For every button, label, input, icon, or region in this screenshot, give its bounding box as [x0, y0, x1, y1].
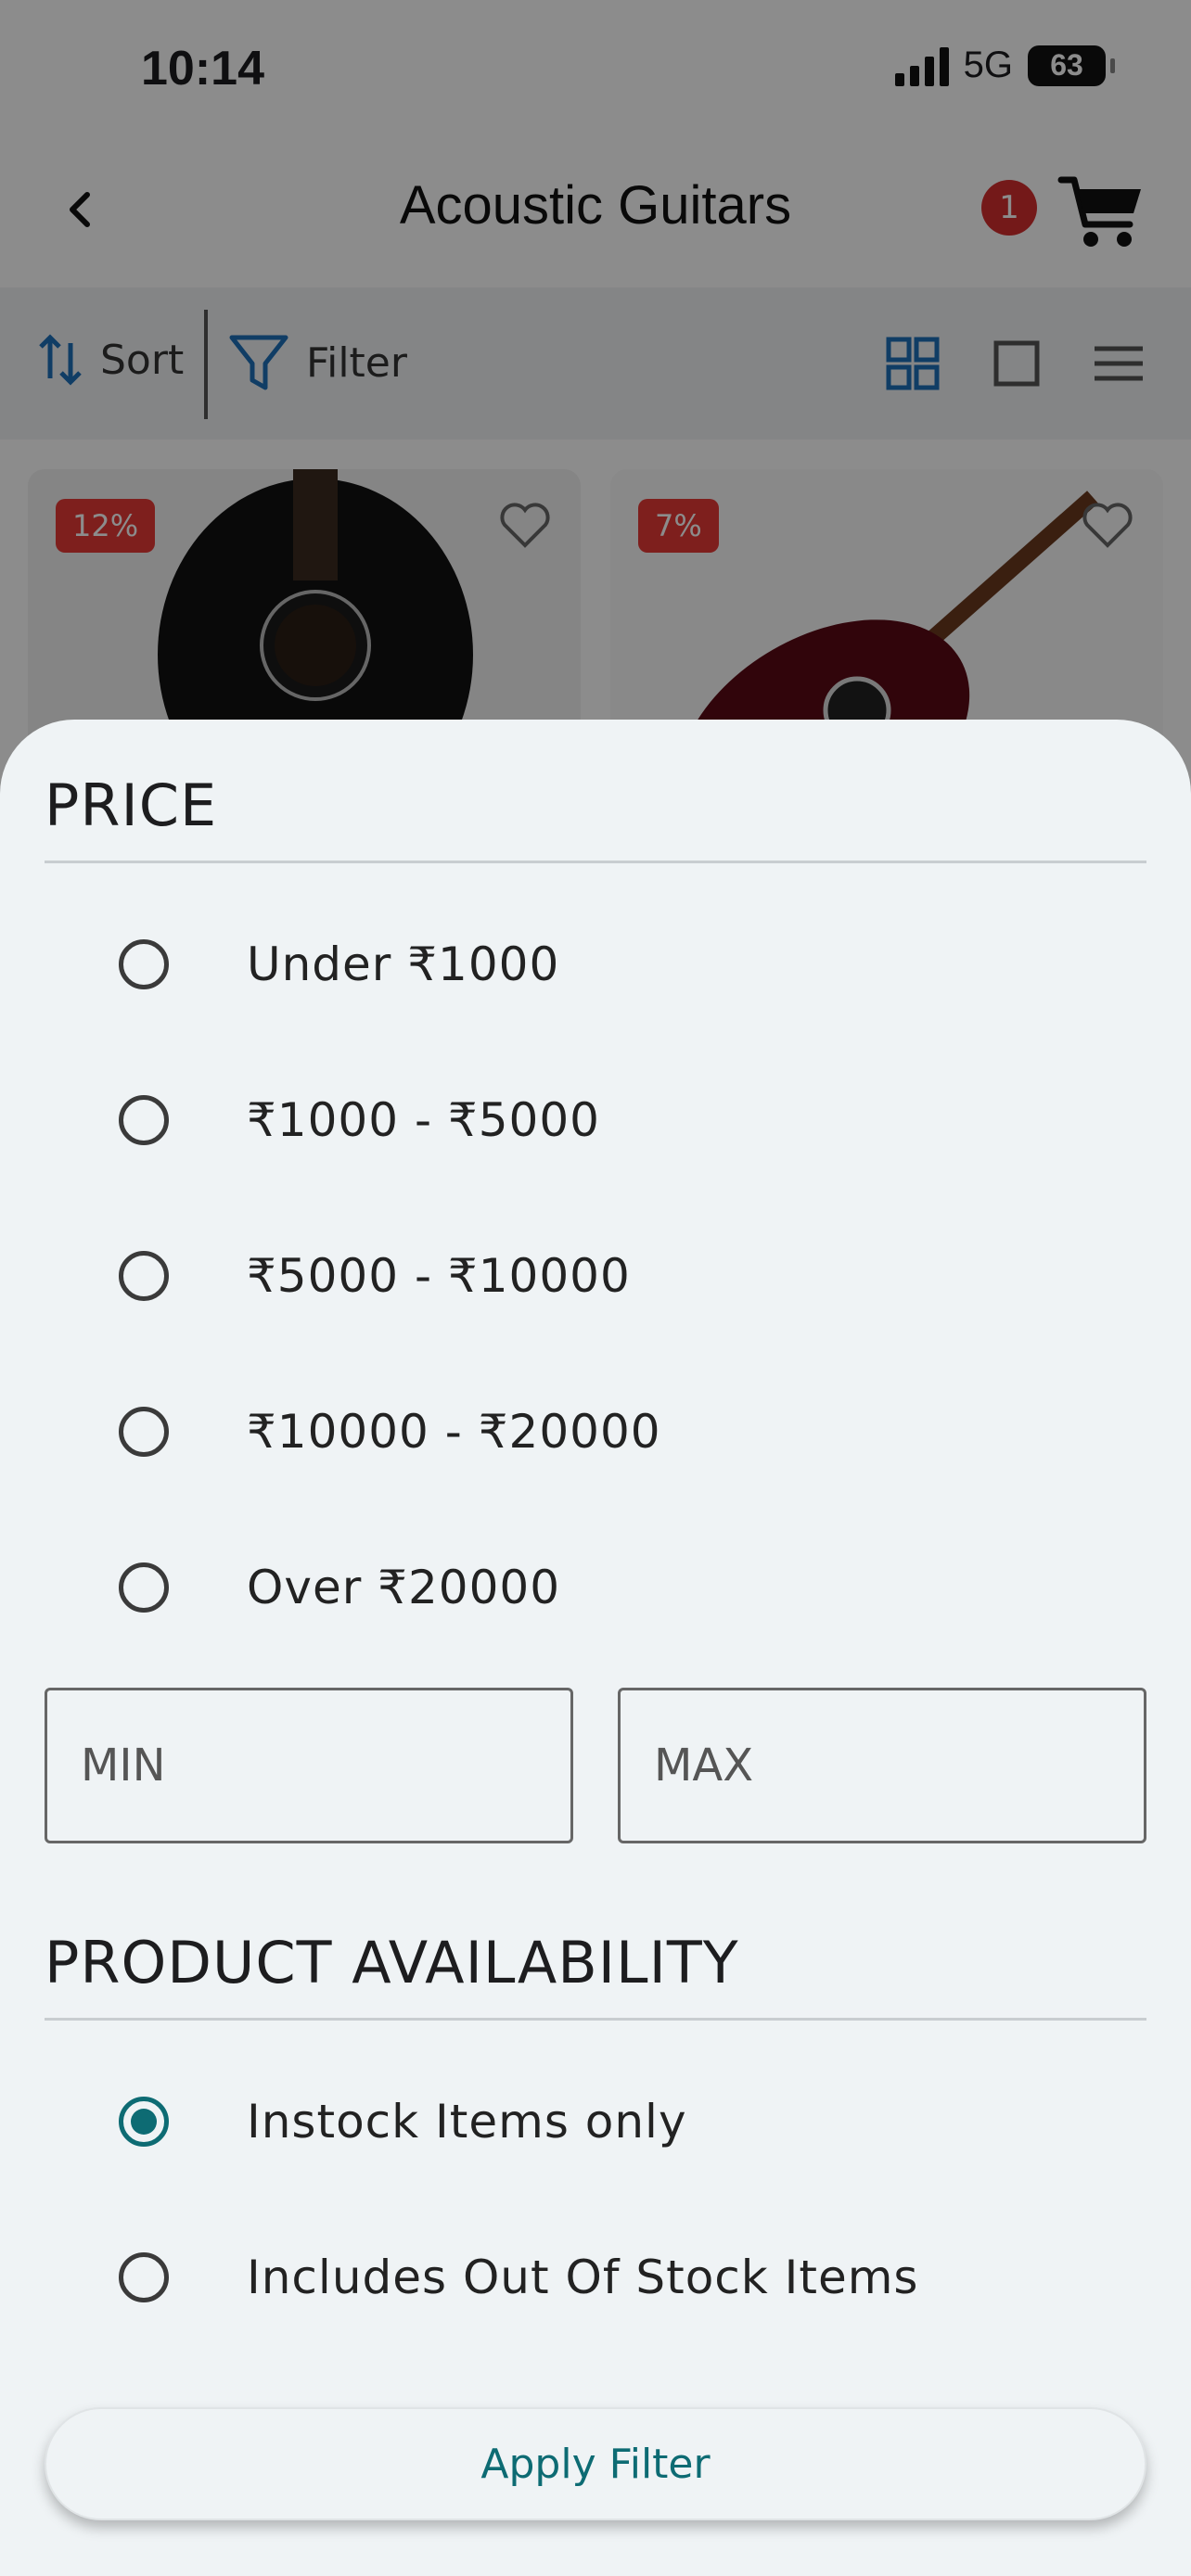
- availability-option-include-out-of-stock[interactable]: Includes Out Of Stock Items: [119, 2250, 919, 2305]
- radio-button[interactable]: [119, 1562, 169, 1613]
- price-section-title: PRICE: [45, 772, 218, 839]
- option-label: ₹5000 - ₹10000: [247, 1249, 631, 1303]
- radio-button[interactable]: [119, 2252, 169, 2302]
- radio-button[interactable]: [119, 939, 169, 989]
- min-price-input[interactable]: [45, 1688, 573, 1843]
- radio-button[interactable]: [119, 1407, 169, 1457]
- option-label: ₹10000 - ₹20000: [247, 1405, 661, 1459]
- price-option-5000-10000[interactable]: ₹5000 - ₹10000: [119, 1248, 631, 1304]
- option-label: Instock Items only: [247, 2095, 687, 2149]
- radio-button-selected[interactable]: [119, 2097, 169, 2147]
- radio-button[interactable]: [119, 1095, 169, 1145]
- apply-filter-button[interactable]: Apply Filter: [45, 2407, 1146, 2520]
- availability-option-instock[interactable]: Instock Items only: [119, 2094, 687, 2149]
- availability-section-title: PRODUCT AVAILABILITY: [45, 1929, 739, 1996]
- max-price-input[interactable]: [618, 1688, 1146, 1843]
- price-option-over-20000[interactable]: Over ₹20000: [119, 1560, 560, 1615]
- section-divider: [45, 2018, 1146, 2021]
- price-option-1000-5000[interactable]: ₹1000 - ₹5000: [119, 1092, 600, 1148]
- price-option-10000-20000[interactable]: ₹10000 - ₹20000: [119, 1404, 661, 1460]
- option-label: Includes Out Of Stock Items: [247, 2251, 919, 2304]
- option-label: ₹1000 - ₹5000: [247, 1093, 600, 1147]
- radio-button[interactable]: [119, 1251, 169, 1301]
- section-divider: [45, 861, 1146, 863]
- option-label: Under ₹1000: [247, 937, 560, 991]
- option-label: Over ₹20000: [247, 1561, 561, 1614]
- price-option-under-1000[interactable]: Under ₹1000: [119, 937, 559, 992]
